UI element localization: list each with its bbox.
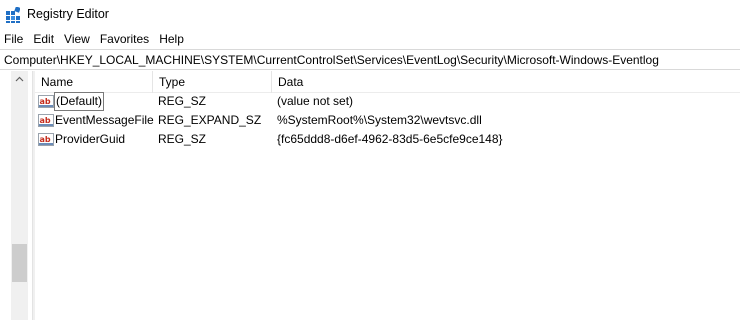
value-name: EventMessageFile	[55, 113, 154, 127]
scroll-up-button[interactable]	[11, 71, 28, 87]
menu-view[interactable]: View	[59, 30, 95, 48]
tree-scrollbar[interactable]	[11, 71, 28, 320]
menu-favorites[interactable]: Favorites	[95, 30, 154, 48]
address-bar[interactable]: Computer\HKEY_LOCAL_MACHINE\SYSTEM\Curre…	[0, 49, 740, 70]
menu-help[interactable]: Help	[154, 30, 189, 48]
value-data: {fc65ddd8-d6ef-4962-83d5-6e5cfe9ce148}	[277, 132, 503, 146]
menu-bar: File Edit View Favorites Help	[0, 30, 740, 48]
string-value-icon: ab	[38, 132, 54, 147]
value-name: (Default)	[54, 92, 105, 111]
window-title: Registry Editor	[27, 7, 109, 21]
svg-text:ab: ab	[40, 97, 51, 106]
registry-icon	[6, 6, 21, 23]
value-type: REG_SZ	[158, 94, 207, 108]
value-data: (value not set)	[277, 94, 354, 108]
column-header-type[interactable]: Type	[153, 71, 271, 93]
string-value-icon: ab	[38, 113, 54, 128]
list-item[interactable]: ab ProviderGuid REG_SZ {fc65ddd8-d6ef-49…	[35, 130, 740, 149]
scroll-thumb[interactable]	[12, 244, 27, 282]
menu-edit[interactable]: Edit	[28, 30, 59, 48]
chevron-up-icon	[15, 76, 24, 82]
value-name: ProviderGuid	[55, 132, 126, 146]
menu-file[interactable]: File	[0, 30, 28, 48]
svg-text:ab: ab	[40, 135, 51, 144]
value-type: REG_EXPAND_SZ	[158, 113, 262, 127]
string-value-icon: ab	[38, 94, 54, 109]
svg-text:ab: ab	[40, 116, 51, 125]
values-list[interactable]: Name Type Data ab (Default) REG_SZ (valu…	[35, 71, 740, 320]
list-header: Name Type Data	[35, 71, 740, 93]
address-path[interactable]: Computer\HKEY_LOCAL_MACHINE\SYSTEM\Curre…	[4, 53, 659, 67]
list-item[interactable]: ab EventMessageFile REG_EXPAND_SZ %Syste…	[35, 111, 740, 130]
list-item[interactable]: ab (Default) REG_SZ (value not set)	[35, 92, 740, 111]
key-tree-pane[interactable]	[0, 71, 32, 320]
column-header-name[interactable]: Name	[35, 71, 152, 93]
value-data: %SystemRoot%\System32\wevtsvc.dll	[277, 113, 482, 127]
value-type: REG_SZ	[158, 132, 207, 146]
title-bar: Registry Editor	[0, 0, 740, 30]
column-header-data[interactable]: Data	[272, 71, 572, 93]
